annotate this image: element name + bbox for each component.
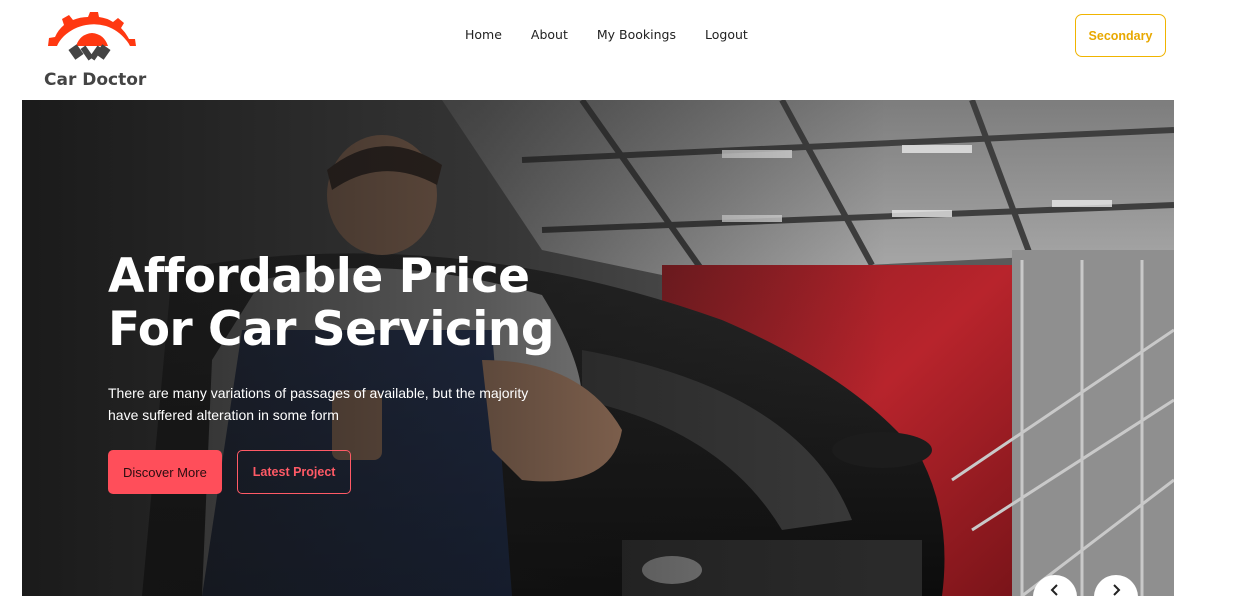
latest-project-button[interactable]: Latest Project [236, 450, 352, 494]
navbar: Car Doctor Home About My Bookings Logout… [0, 0, 1251, 100]
hero-carousel: Affordable Price For Car Servicing There… [22, 100, 1174, 596]
page: Car Doctor Home About My Bookings Logout… [0, 0, 1251, 596]
hero-content: Affordable Price For Car Servicing There… [108, 250, 588, 494]
hero-description: There are many variations of passages of… [108, 385, 529, 423]
gear-logo-icon [48, 12, 136, 61]
discover-more-button[interactable]: Discover More [108, 450, 222, 494]
secondary-button[interactable]: Secondary [1075, 14, 1166, 57]
nav-link-my-bookings[interactable]: My Bookings [597, 26, 676, 44]
nav-link-about[interactable]: About [531, 26, 568, 44]
hero-title-line-1: Affordable Price [108, 249, 530, 304]
chevron-left-icon [1050, 584, 1058, 596]
nav-link-logout[interactable]: Logout [705, 26, 748, 44]
chevron-right-icon [1113, 584, 1121, 596]
nav-link-home[interactable]: Home [465, 26, 502, 44]
hero-title-line-2: For Car Servicing [108, 302, 555, 357]
brand-logo[interactable]: Car Doctor [44, 12, 154, 94]
hero-buttons: Discover More Latest Project [108, 450, 588, 494]
brand-name: Car Doctor [44, 70, 147, 90]
hero-title: Affordable Price For Car Servicing [108, 250, 588, 356]
main-nav: Home About My Bookings Logout [465, 26, 777, 44]
